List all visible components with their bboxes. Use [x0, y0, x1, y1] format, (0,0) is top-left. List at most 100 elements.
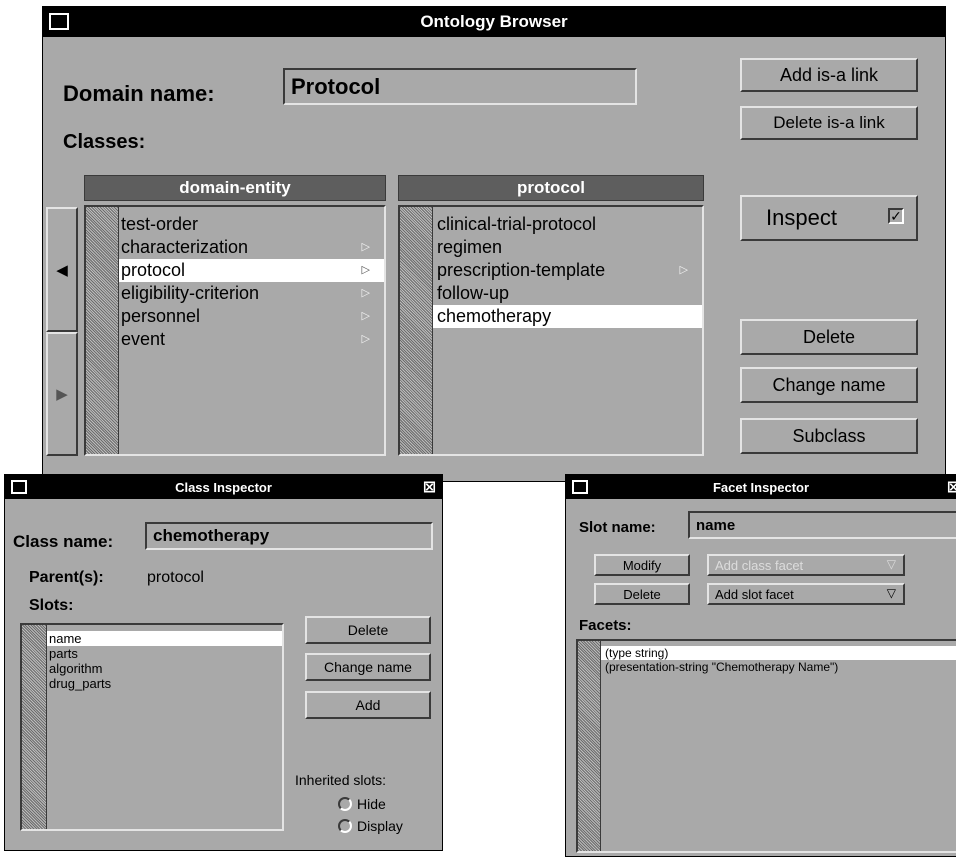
class-item-label: test-order [121, 214, 199, 234]
window-title: Facet Inspector [712, 479, 810, 495]
class-inspector-window: Class Inspector ⊠ Class name: chemothera… [4, 474, 443, 851]
window-menu-icon[interactable] [572, 480, 588, 494]
slots-label: Slots: [29, 597, 74, 614]
domain-name-field[interactable]: Protocol [283, 68, 637, 105]
add-slot-facet-label: Add slot facet [715, 586, 794, 602]
list-margin [578, 641, 601, 851]
facet-inspector-titlebar[interactable]: Facet Inspector ⊠ [566, 475, 956, 499]
modify-button[interactable]: Modify [594, 554, 690, 576]
window-menu-icon[interactable] [11, 480, 27, 494]
facet-list-item[interactable]: (type string) [601, 646, 956, 660]
slot-list-item[interactable]: name [47, 631, 282, 646]
slot-item-label: name [49, 631, 82, 646]
class-list-domain-entity[interactable]: test-order characterization ▷ protocol ▷ elig… [84, 205, 386, 456]
slot-add-button[interactable]: Add [305, 691, 431, 719]
facets-list[interactable]: (type string) (presentation-string "Chemo… [576, 639, 956, 853]
submenu-arrow-icon: ▷ [361, 310, 370, 322]
facet-item-label: (presentation-string "Chemotherapy Name"… [605, 660, 839, 674]
class-item-label: prescription-template [437, 260, 606, 280]
class-item-label: clinical-trial-protocol [437, 214, 597, 234]
display-radio-label: Display [357, 818, 403, 834]
subclass-button[interactable]: Subclass [740, 418, 918, 454]
class-item-label: personnel [121, 306, 201, 326]
change-name-button[interactable]: Change name [740, 367, 918, 403]
parents-value[interactable]: protocol [147, 569, 204, 587]
class-name-field[interactable]: chemotherapy [145, 522, 433, 550]
slot-item-label: algorithm [49, 661, 103, 676]
delete-is-a-link-button[interactable]: Delete is-a link [740, 106, 918, 140]
chevron-down-icon: ▽ [886, 557, 896, 571]
close-icon[interactable]: ⊠ [423, 477, 436, 497]
slot-delete-button[interactable]: Delete [305, 616, 431, 644]
class-list-item[interactable]: regimen [433, 236, 702, 259]
hide-radio-label: Hide [357, 796, 386, 812]
slots-list[interactable]: name parts algorithm drug_parts [20, 623, 284, 831]
column-header-domain-entity: domain-entity [84, 175, 386, 201]
class-item-label: follow-up [437, 283, 510, 303]
submenu-arrow-icon: ▷ [361, 333, 370, 345]
class-item-label: eligibility-criterion [121, 283, 260, 303]
inspect-label: Inspect [766, 205, 837, 230]
facet-item-label: (type string) [605, 646, 669, 660]
close-icon[interactable]: ⊠ [947, 477, 956, 497]
list-margin [86, 207, 119, 454]
window-title: Class Inspector [175, 479, 272, 495]
facet-list-item[interactable]: (presentation-string "Chemotherapy Name"… [601, 660, 956, 674]
class-item-label: regimen [437, 237, 503, 257]
add-class-facet-label: Add class facet [715, 557, 804, 573]
inspect-button[interactable]: Inspect ✓ [740, 195, 918, 241]
submenu-arrow-icon: ▷ [679, 264, 688, 276]
add-is-a-link-button[interactable]: Add is-a link [740, 58, 918, 92]
facets-label: Facets: [579, 617, 632, 634]
class-list-item[interactable]: event ▷ [119, 328, 384, 351]
class-list-item[interactable]: follow-up [433, 282, 702, 305]
submenu-arrow-icon: ▷ [361, 287, 370, 299]
class-list-item[interactable]: personnel ▷ [119, 305, 384, 328]
list-margin [400, 207, 433, 454]
class-list-item[interactable]: characterization ▷ [119, 236, 384, 259]
domain-name-label: Domain name: [63, 81, 215, 106]
window-title: Ontology Browser [420, 12, 568, 31]
column-header-protocol: protocol [398, 175, 704, 201]
classes-label: Classes: [63, 131, 146, 153]
hide-radio[interactable] [338, 797, 352, 811]
class-item-label: chemotherapy [437, 306, 552, 326]
parents-label: Parent(s): [29, 569, 104, 586]
chevron-down-icon: ▽ [886, 586, 896, 600]
display-radio[interactable] [338, 819, 352, 833]
scroll-right-button[interactable]: ▶ [46, 332, 78, 456]
window-menu-icon[interactable] [49, 13, 69, 30]
class-list-protocol[interactable]: clinical-trial-protocol regimen prescripti… [398, 205, 704, 456]
slot-list-item[interactable]: algorithm [47, 661, 282, 676]
class-list-item[interactable]: eligibility-criterion ▷ [119, 282, 384, 305]
class-list-item[interactable]: clinical-trial-protocol [433, 213, 702, 236]
submenu-arrow-icon: ▷ [361, 241, 370, 253]
class-list-item[interactable]: protocol ▷ [119, 259, 384, 282]
slot-list-item[interactable]: drug_parts [47, 676, 282, 691]
class-list-item[interactable]: test-order [119, 213, 384, 236]
class-inspector-titlebar[interactable]: Class Inspector ⊠ [5, 475, 442, 499]
slot-name-label: Slot name: [579, 519, 656, 536]
class-name-label: Class name: [13, 532, 114, 551]
class-list-item[interactable]: prescription-template ▷ [433, 259, 702, 282]
facet-delete-button[interactable]: Delete [594, 583, 690, 605]
facet-inspector-window: Facet Inspector ⊠ Slot name: name Modify… [565, 474, 956, 857]
slot-list-item[interactable]: parts [47, 646, 282, 661]
list-margin [22, 625, 47, 829]
delete-button[interactable]: Delete [740, 319, 918, 355]
scroll-left-button[interactable]: ◀ [46, 207, 78, 332]
submenu-arrow-icon: ▷ [361, 264, 370, 276]
class-list-item[interactable]: chemotherapy [433, 305, 702, 328]
slot-change-name-button[interactable]: Change name [305, 653, 431, 681]
slot-name-field[interactable]: name [688, 511, 956, 539]
inherited-slots-label: Inherited slots: [295, 772, 387, 788]
slot-item-label: parts [49, 646, 78, 661]
add-slot-facet-dropdown[interactable]: Add slot facet ▽ [707, 583, 905, 605]
add-class-facet-dropdown: Add class facet ▽ [707, 554, 905, 576]
class-item-label: characterization [121, 237, 249, 257]
right-arrow-icon: ▶ [56, 386, 68, 403]
ontology-browser-titlebar[interactable]: Ontology Browser [43, 7, 945, 37]
slot-item-label: drug_parts [49, 676, 112, 691]
class-item-label: event [121, 329, 166, 349]
left-arrow-icon: ◀ [56, 261, 68, 279]
